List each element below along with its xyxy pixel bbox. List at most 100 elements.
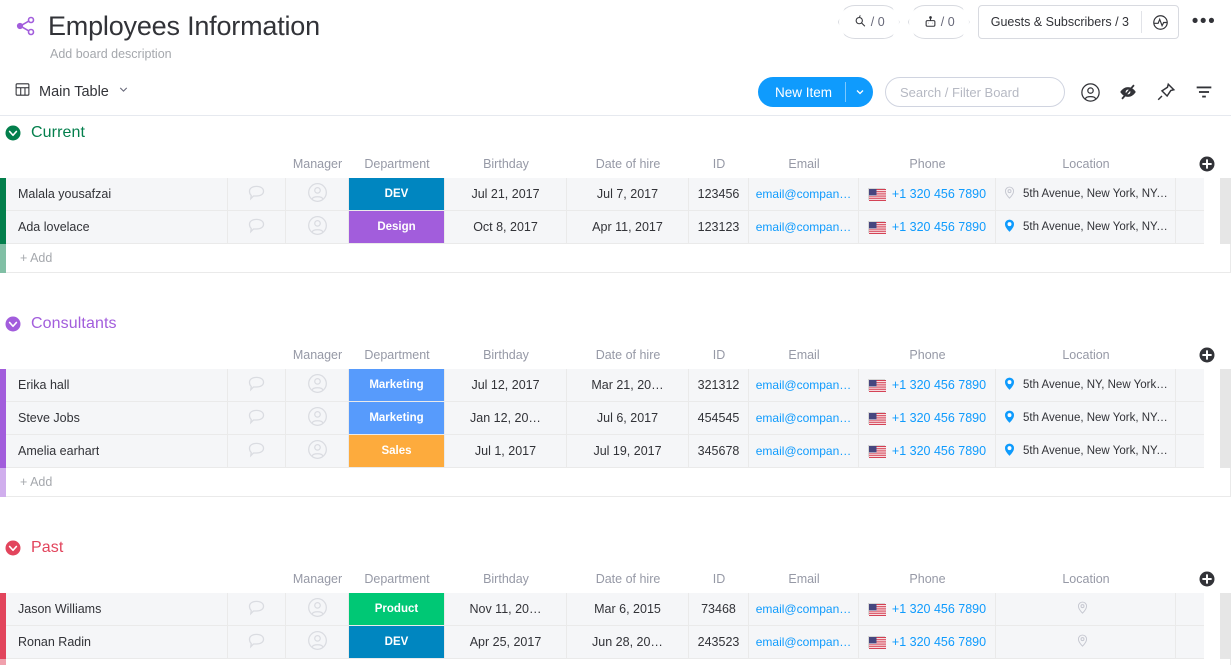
column-header-phone[interactable]: Phone <box>859 341 996 369</box>
person-circle-icon[interactable] <box>1077 79 1103 105</box>
cell-id[interactable]: 454545 <box>689 402 749 435</box>
cell-phone[interactable]: +1 320 456 7890 <box>859 369 996 402</box>
cell-item-name[interactable]: Amelia earhart <box>6 435 228 468</box>
eye-slash-icon[interactable] <box>1115 79 1141 105</box>
cell-birthday[interactable]: Apr 25, 2017 <box>445 626 567 659</box>
cell-chat[interactable] <box>228 211 286 244</box>
cell-phone[interactable]: +1 320 456 7890 <box>859 435 996 468</box>
search-input[interactable] <box>885 77 1065 107</box>
table-row[interactable]: Malala yousafzai DEV Jul 21, 2017 Jul 7,… <box>0 178 1231 211</box>
cell-item-name[interactable]: Steve Jobs <box>6 402 228 435</box>
column-header-phone[interactable]: Phone <box>859 565 996 593</box>
table-row[interactable]: Steve Jobs Marketing Jan 12, 20… Jul 6, … <box>0 402 1231 435</box>
activity-log-pill[interactable]: / 0 <box>838 5 900 39</box>
add-item-button[interactable]: + Add <box>6 244 1231 273</box>
column-header-location[interactable]: Location <box>996 565 1176 593</box>
column-header-date-of-hire[interactable]: Date of hire <box>567 150 689 178</box>
chevron-down-icon[interactable] <box>117 83 130 101</box>
board-description[interactable]: Add board description <box>50 47 1215 61</box>
table-row[interactable]: Jason Williams Product Nov 11, 20… Mar 6… <box>0 593 1231 626</box>
person-placeholder-icon[interactable] <box>306 629 329 655</box>
cell-item-name[interactable]: Ada lovelace <box>6 211 228 244</box>
cell-location[interactable]: 5th Avenue, NY, New York, USA <box>996 369 1176 402</box>
cell-manager[interactable] <box>286 435 349 468</box>
column-header-department[interactable]: Department <box>349 341 445 369</box>
add-item-row[interactable]: + Add <box>0 244 1231 273</box>
person-placeholder-icon[interactable] <box>306 181 329 207</box>
cell-department[interactable]: Marketing <box>349 369 445 402</box>
column-header-name[interactable] <box>6 341 228 369</box>
new-item-dropdown-icon[interactable] <box>846 77 873 107</box>
cell-location[interactable]: 5th Avenue, New York, NY, USA <box>996 178 1176 211</box>
cell-chat[interactable] <box>228 435 286 468</box>
column-header-id[interactable]: ID <box>689 341 749 369</box>
cell-email[interactable]: email@compan… <box>749 626 859 659</box>
cell-date-of-hire[interactable]: Apr 11, 2017 <box>567 211 689 244</box>
group-title[interactable]: Past <box>31 539 63 557</box>
cell-chat[interactable] <box>228 626 286 659</box>
column-header-id[interactable]: ID <box>689 150 749 178</box>
person-placeholder-icon[interactable] <box>306 596 329 622</box>
email-link[interactable]: email@compan… <box>756 220 852 234</box>
cell-phone[interactable]: +1 320 456 7890 <box>859 626 996 659</box>
cell-location[interactable]: 5th Avenue, New York, NY, USA <box>996 402 1176 435</box>
cell-department[interactable]: DEV <box>349 626 445 659</box>
column-header-email[interactable]: Email <box>749 565 859 593</box>
cell-phone[interactable]: +1 320 456 7890 <box>859 593 996 626</box>
add-item-button[interactable]: + Add <box>6 659 1231 665</box>
add-column-button[interactable] <box>1198 570 1216 588</box>
column-header-location[interactable]: Location <box>996 150 1176 178</box>
email-link[interactable]: email@compan… <box>756 187 852 201</box>
cell-date-of-hire[interactable]: Mar 6, 2015 <box>567 593 689 626</box>
cell-manager[interactable] <box>286 593 349 626</box>
cell-email[interactable]: email@compan… <box>749 593 859 626</box>
cell-birthday[interactable]: Nov 11, 20… <box>445 593 567 626</box>
cell-chat[interactable] <box>228 402 286 435</box>
cell-date-of-hire[interactable]: Jul 6, 2017 <box>567 402 689 435</box>
cell-birthday[interactable]: Oct 8, 2017 <box>445 211 567 244</box>
column-header-phone[interactable]: Phone <box>859 150 996 178</box>
more-options-button[interactable]: ••• <box>1189 7 1219 37</box>
horizontal-scroll-track[interactable] <box>1220 369 1231 468</box>
cell-phone[interactable]: +1 320 456 7890 <box>859 402 996 435</box>
cell-department[interactable]: Product <box>349 593 445 626</box>
cell-manager[interactable] <box>286 402 349 435</box>
page-title[interactable]: Employees Information <box>48 10 320 42</box>
collapse-arrow-icon[interactable] <box>4 539 22 557</box>
chat-icon[interactable] <box>246 406 267 430</box>
cell-manager[interactable] <box>286 369 349 402</box>
chat-icon[interactable] <box>246 373 267 397</box>
cell-location[interactable]: 5th Avenue, New York, NY, USA <box>996 211 1176 244</box>
cell-id[interactable]: 73468 <box>689 593 749 626</box>
automations-pill[interactable]: / 0 <box>908 5 970 39</box>
add-column-button[interactable] <box>1198 155 1216 173</box>
chat-icon[interactable] <box>246 439 267 463</box>
column-header-id[interactable]: ID <box>689 565 749 593</box>
cell-id[interactable]: 123123 <box>689 211 749 244</box>
cell-manager[interactable] <box>286 626 349 659</box>
column-header-date-of-hire[interactable]: Date of hire <box>567 341 689 369</box>
integrations-icon[interactable] <box>1142 6 1178 38</box>
cell-location[interactable] <box>996 626 1176 659</box>
cell-phone[interactable]: +1 320 456 7890 <box>859 211 996 244</box>
cell-email[interactable]: email@compan… <box>749 211 859 244</box>
column-header-birthday[interactable]: Birthday <box>445 341 567 369</box>
column-header-manager[interactable]: Manager <box>286 341 349 369</box>
add-item-row[interactable]: + Add <box>0 659 1231 665</box>
cell-department[interactable]: Marketing <box>349 402 445 435</box>
cell-chat[interactable] <box>228 593 286 626</box>
cell-date-of-hire[interactable]: Jun 28, 20… <box>567 626 689 659</box>
cell-location[interactable]: 5th Avenue, New York, NY, USA <box>996 435 1176 468</box>
cell-item-name[interactable]: Erika hall <box>6 369 228 402</box>
cell-email[interactable]: email@compan… <box>749 178 859 211</box>
share-icon[interactable] <box>14 14 38 38</box>
cell-item-name[interactable]: Jason Williams <box>6 593 228 626</box>
cell-phone[interactable]: +1 320 456 7890 <box>859 178 996 211</box>
cell-date-of-hire[interactable]: Jul 7, 2017 <box>567 178 689 211</box>
cell-id[interactable]: 321312 <box>689 369 749 402</box>
horizontal-scroll-track[interactable] <box>1220 178 1231 244</box>
table-row[interactable]: Ronan Radin DEV Apr 25, 2017 Jun 28, 20…… <box>0 626 1231 659</box>
cell-id[interactable]: 243523 <box>689 626 749 659</box>
cell-date-of-hire[interactable]: Jul 19, 2017 <box>567 435 689 468</box>
guests-subscribers-pill[interactable]: Guests & Subscribers / 3 <box>978 5 1179 39</box>
